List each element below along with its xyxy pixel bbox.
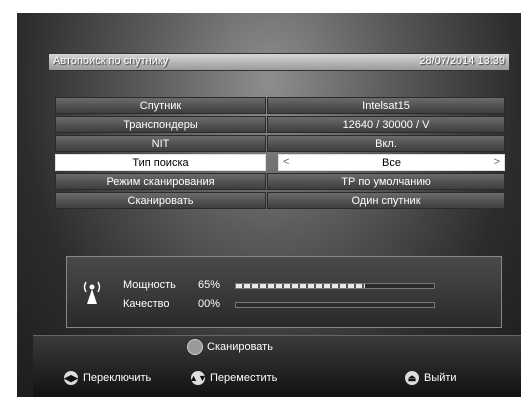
arrow-right-icon[interactable]: > [494, 156, 500, 168]
exit-hint[interactable]: ⏏ Выйти [404, 370, 457, 386]
menu-value: Intelsat15 [267, 97, 505, 114]
footer-bar: Сканировать ◀▶ Переключить ▲▼ Переместит… [33, 335, 521, 397]
exit-icon: ⏏ [404, 370, 420, 386]
menu-label: Тип поиска [55, 154, 266, 171]
datetime: 28/07/2014 13:39 [419, 55, 505, 67]
green-button-icon [187, 339, 203, 355]
power-value: 65% [198, 279, 221, 291]
menu-label: Сканировать [55, 192, 266, 209]
move-hint[interactable]: ▲▼ Переместить [189, 370, 278, 386]
menu-row-satellite[interactable]: Спутник Intelsat15 [55, 97, 505, 114]
arrow-left-icon[interactable]: < [283, 156, 289, 168]
menu-label: Транспондеры [55, 116, 266, 133]
menu-value: 12640 / 30000 / V [267, 116, 505, 133]
menu-row-transponders[interactable]: Транспондеры 12640 / 30000 / V [55, 116, 505, 133]
menu-row-search-type[interactable]: Тип поиска < Все > [55, 154, 505, 171]
page-title: Автопоиск по спутнику [53, 55, 169, 67]
exit-label: Выйти [424, 372, 457, 384]
scan-hint[interactable]: Сканировать [187, 339, 273, 355]
signal-panel: Мощность 65% Качество 00% [66, 256, 502, 328]
quality-label: Качество [123, 298, 170, 310]
quality-bar [235, 302, 435, 308]
menu-value: Вкл. [267, 135, 505, 152]
switch-hint[interactable]: ◀▶ Переключить [63, 370, 151, 386]
move-label: Переместить [210, 372, 278, 384]
power-bar-fill [236, 284, 365, 288]
settings-menu: Спутник Intelsat15 Транспондеры 12640 / … [55, 97, 505, 211]
quality-value: 00% [198, 298, 221, 310]
up-down-arrow-icon: ▲▼ [189, 370, 207, 386]
menu-label: NIT [55, 135, 266, 152]
left-right-arrow-icon: ◀▶ [63, 370, 79, 386]
menu-value: ТР по умолчанию [267, 173, 505, 190]
scan-label: Сканировать [207, 341, 273, 353]
menu-label: Режим сканирования [55, 173, 266, 190]
switch-label: Переключить [83, 372, 152, 384]
menu-row-scan[interactable]: Сканировать Один спутник [55, 192, 505, 209]
menu-value-selector[interactable]: < Все > [278, 154, 505, 171]
power-label: Мощность [123, 279, 176, 291]
antenna-icon [81, 279, 103, 310]
header-bar: Автопоиск по спутнику 28/07/2014 13:39 [48, 53, 510, 71]
menu-label: Спутник [55, 97, 266, 114]
tv-screen: Автопоиск по спутнику 28/07/2014 13:39 С… [17, 13, 521, 397]
menu-value: Все [382, 156, 401, 169]
menu-row-nit[interactable]: NIT Вкл. [55, 135, 505, 152]
menu-row-scan-mode[interactable]: Режим сканирования ТР по умолчанию [55, 173, 505, 190]
power-bar [235, 283, 435, 289]
menu-value: Один спутник [267, 192, 505, 209]
